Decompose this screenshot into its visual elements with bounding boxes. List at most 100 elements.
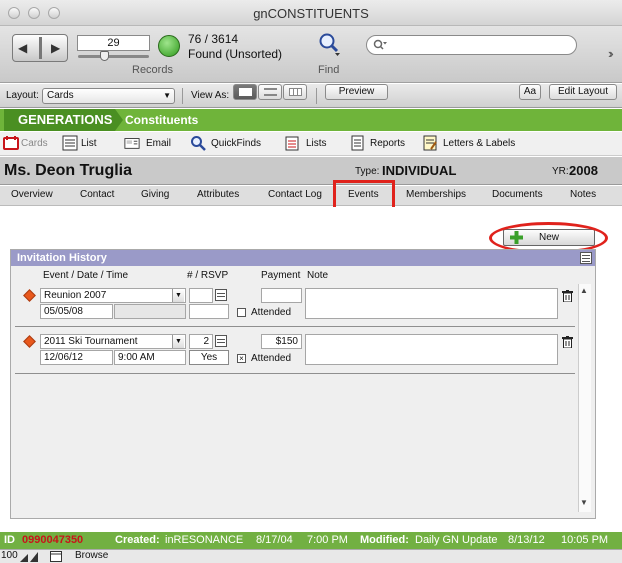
yr-label: YR:	[552, 166, 569, 177]
tab-documents[interactable]: Documents	[492, 189, 543, 200]
layout-select[interactable]: Cards ▼	[42, 88, 175, 104]
created-label: Created:	[115, 534, 160, 546]
view-as-form-button[interactable]	[233, 84, 257, 100]
nav-item-cards[interactable]: Cards	[21, 138, 48, 149]
attended-checkbox[interactable]: ×	[237, 354, 246, 363]
payment-field[interactable]: $150	[261, 334, 302, 349]
status-toolbar-toggle-icon[interactable]	[50, 551, 62, 562]
event-value: 2011 Ski Tournament	[44, 336, 138, 347]
cards-icon[interactable]	[3, 135, 19, 151]
window-title: gnCONSTITUENTS	[253, 6, 369, 21]
attended-label: Attended	[251, 353, 292, 364]
tab-attributes[interactable]: Attributes	[197, 189, 239, 200]
tab-notes[interactable]: Notes	[570, 189, 596, 200]
quick-search-input[interactable]	[366, 35, 577, 55]
column-header-payment: Payment	[261, 270, 301, 281]
reports-icon[interactable]	[349, 135, 365, 151]
nav-row: Cards List Email QuickFinds Lists Report…	[0, 132, 622, 156]
brand-name: GENERATIONS	[18, 112, 113, 127]
table-view-icon	[289, 88, 302, 96]
view-as-list-button[interactable]	[258, 84, 282, 100]
record-tabs: Overview Contact Giving Attributes Conta…	[0, 186, 622, 206]
lists-icon[interactable]	[284, 135, 300, 151]
module-name: Constituents	[125, 113, 199, 127]
attended-checkbox[interactable]	[237, 308, 246, 317]
trash-icon[interactable]	[562, 290, 573, 302]
layout-select-value: Cards	[47, 90, 74, 101]
scroll-up-icon[interactable]: ▲	[580, 286, 588, 295]
tab-contact-log[interactable]: Contact Log	[268, 189, 322, 200]
quickfinds-magnifier-icon[interactable]	[190, 135, 206, 151]
time-field[interactable]	[114, 304, 186, 319]
brand-block: GENERATIONS	[4, 109, 115, 131]
nav-item-list[interactable]: List	[81, 138, 97, 149]
rsvp-field[interactable]: Yes	[189, 350, 229, 365]
zoom-level[interactable]: 100	[1, 550, 18, 561]
record-number-field[interactable]: 29	[77, 35, 150, 51]
tab-giving[interactable]: Giving	[141, 189, 169, 200]
nav-item-email[interactable]: Email	[146, 138, 171, 149]
preview-button[interactable]: Preview	[325, 84, 388, 100]
nav-item-lists[interactable]: Lists	[306, 138, 327, 149]
zoom-controls-icon[interactable]	[20, 552, 46, 562]
column-header-rsvp: # / RSVP	[187, 270, 229, 281]
next-record-icon[interactable]: ▶	[51, 41, 60, 55]
tab-overview[interactable]: Overview	[11, 189, 53, 200]
found-set-pie-icon	[158, 35, 180, 57]
list-icon[interactable]	[62, 135, 78, 151]
nav-item-reports[interactable]: Reports	[370, 138, 405, 149]
module-banner: GENERATIONS Constituents	[0, 109, 622, 131]
slider-knob[interactable]	[100, 51, 109, 61]
trash-icon[interactable]	[562, 336, 573, 348]
note-field[interactable]	[305, 334, 558, 365]
divider	[316, 88, 317, 104]
scroll-down-icon[interactable]: ▼	[580, 498, 588, 507]
email-icon[interactable]	[124, 135, 140, 151]
find-magnifier-icon[interactable]	[318, 32, 340, 56]
portal-scrollbar[interactable]: ▲ ▼	[578, 284, 591, 512]
nav-item-quickfinds[interactable]: QuickFinds	[211, 138, 261, 149]
attended-label: Attended	[251, 307, 292, 318]
letters-labels-icon[interactable]	[422, 135, 438, 151]
time-field[interactable]: 9:00 AM	[114, 350, 186, 365]
panel-title: Invitation History	[17, 252, 107, 264]
date-field[interactable]: 12/06/12	[40, 350, 113, 365]
table-row: 2011 Ski Tournament ▼ 12/06/12 9:00 AM 2…	[11, 334, 576, 370]
chevron-down-icon[interactable]: ▼	[172, 289, 184, 302]
row-diamond-icon[interactable]	[23, 289, 36, 302]
bottom-bar: 100 Browse	[0, 549, 622, 563]
yr-value: 2008	[569, 163, 598, 178]
calendar-icon[interactable]	[215, 335, 227, 347]
id-label: ID	[4, 534, 15, 546]
found-status: Found (Unsorted)	[188, 47, 283, 61]
found-count: 76 / 3614	[188, 32, 239, 46]
column-header-event: Event / Date / Time	[43, 270, 129, 281]
tab-contact[interactable]: Contact	[80, 189, 114, 200]
divider	[182, 88, 183, 104]
event-field[interactable]: Reunion 2007	[40, 288, 186, 303]
payment-field[interactable]	[261, 288, 302, 303]
count-field[interactable]	[189, 288, 213, 303]
edit-layout-button[interactable]: Edit Layout	[549, 84, 617, 100]
text-formatting-button[interactable]: Aa	[519, 84, 541, 100]
count-field[interactable]: 2	[189, 334, 213, 349]
record-book-navigator[interactable]: ◀ ▶	[12, 34, 68, 62]
chevron-down-icon[interactable]: ▼	[172, 335, 184, 348]
nav-item-letters-labels[interactable]: Letters & Labels	[443, 138, 515, 149]
rsvp-field[interactable]	[189, 304, 229, 319]
view-as-table-button[interactable]	[283, 84, 307, 100]
tab-memberships[interactable]: Memberships	[406, 189, 466, 200]
toolbar-overflow-chevron-icon[interactable]: ››	[608, 46, 613, 61]
toolbar: ◀ ▶ 29 Records 76 / 3614 Found (Unsorted…	[0, 26, 622, 83]
note-field[interactable]	[305, 288, 558, 319]
find-label: Find	[318, 64, 340, 76]
event-field[interactable]: 2011 Ski Tournament	[40, 334, 186, 349]
record-slider[interactable]	[78, 51, 149, 61]
panel-menu-icon[interactable]	[580, 252, 592, 264]
date-field[interactable]: 05/05/08	[40, 304, 113, 319]
prev-record-icon[interactable]: ◀	[18, 41, 27, 55]
record-status-bar: ID 0990047350 Created: inRESONANCE 8/17/…	[0, 532, 622, 549]
modified-time: 10:05 PM	[561, 534, 609, 546]
row-diamond-icon[interactable]	[23, 335, 36, 348]
calendar-icon[interactable]	[215, 289, 227, 301]
